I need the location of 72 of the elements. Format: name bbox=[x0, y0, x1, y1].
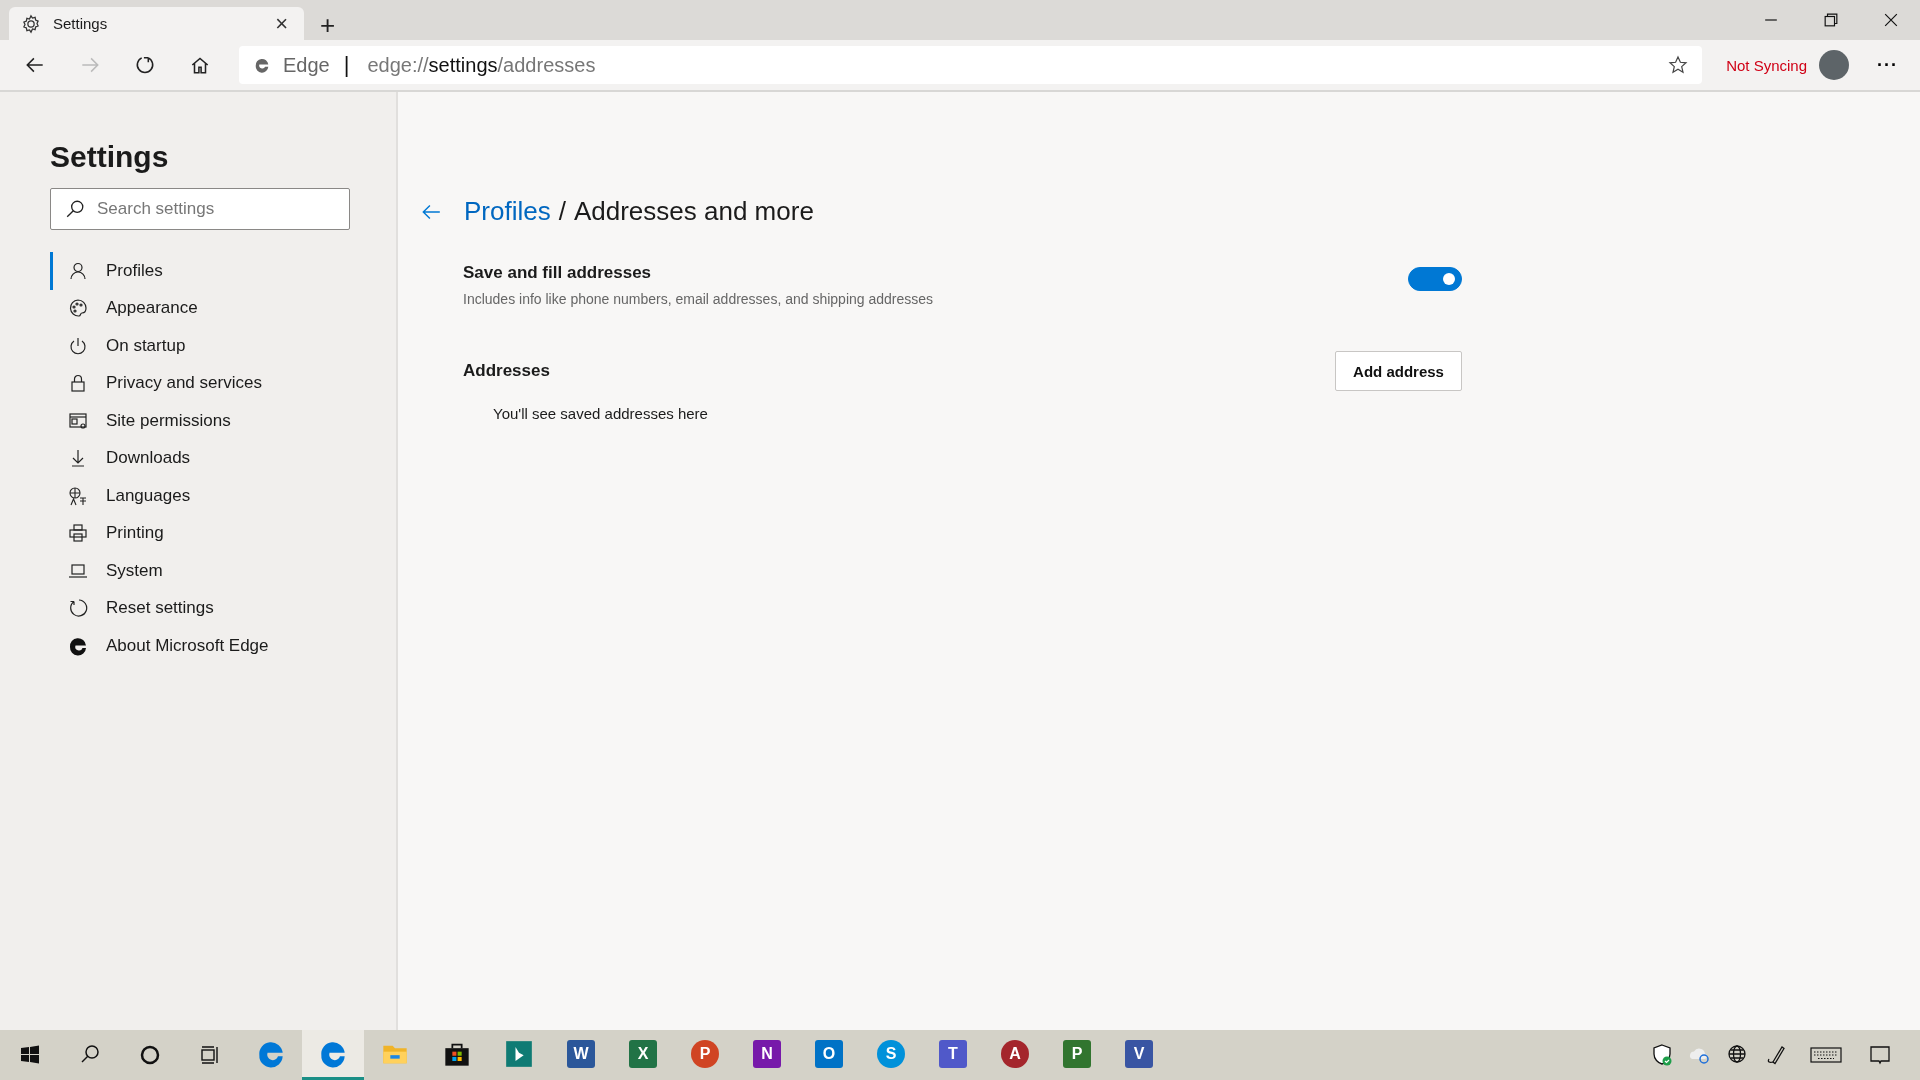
sidebar-item[interactable]: Profiles bbox=[50, 252, 163, 290]
sidebar-item[interactable]: Privacy and services bbox=[50, 364, 262, 402]
taskbar-app[interactable]: A bbox=[984, 1030, 1046, 1080]
section-heading: Addresses bbox=[463, 361, 550, 381]
empty-message: You'll see saved addresses here bbox=[493, 405, 709, 422]
new-tab-button[interactable]: + bbox=[314, 12, 342, 38]
taskbar-app[interactable]: X bbox=[612, 1030, 674, 1080]
more-button[interactable]: ··· bbox=[1877, 54, 1898, 76]
menu-item-icon bbox=[68, 260, 88, 281]
menu-item-icon bbox=[68, 410, 88, 431]
close-tab-button[interactable]: × bbox=[271, 12, 292, 35]
taskbar-app[interactable]: T bbox=[922, 1030, 984, 1080]
taskbar-app[interactable]: P bbox=[1046, 1030, 1108, 1080]
sidebar-item[interactable]: Site permissions bbox=[50, 402, 231, 440]
sidebar-item[interactable]: On startup bbox=[50, 327, 186, 365]
taskbar-app[interactable]: O bbox=[798, 1030, 860, 1080]
sync-status[interactable]: Not Syncing bbox=[1726, 56, 1807, 74]
page-title: Addresses and more bbox=[573, 196, 814, 227]
app-tile-icon: N bbox=[753, 1039, 781, 1068]
separator: | bbox=[343, 52, 350, 78]
app-tile-icon: O bbox=[815, 1039, 843, 1068]
app-tile-icon: S bbox=[877, 1039, 905, 1068]
sidebar-item[interactable]: System bbox=[50, 552, 163, 590]
search-field[interactable]: Search settings bbox=[50, 188, 350, 230]
toggle-switch[interactable] bbox=[1408, 267, 1462, 291]
sidebar-item[interactable]: Appearance bbox=[50, 289, 198, 327]
menu-item-icon bbox=[68, 523, 88, 544]
menu-item-icon bbox=[68, 335, 88, 356]
breadcrumb-separator: / bbox=[558, 196, 566, 227]
app-tile-icon: X bbox=[629, 1039, 657, 1068]
taskbar-app[interactable]: P bbox=[674, 1030, 736, 1080]
menu-item-icon bbox=[68, 373, 88, 394]
sidebar-item[interactable]: Reset settings bbox=[50, 589, 214, 627]
menu-item-icon bbox=[68, 485, 88, 506]
avatar[interactable] bbox=[1819, 50, 1849, 80]
app-tile-icon: W bbox=[567, 1039, 595, 1068]
address-bar[interactable]: Edge | edge://settings/addresses bbox=[239, 46, 1703, 84]
menu-item-icon bbox=[68, 598, 88, 619]
taskbar-app[interactable]: V bbox=[1108, 1030, 1170, 1080]
search-icon bbox=[65, 199, 85, 219]
taskbar-app[interactable]: W bbox=[550, 1030, 612, 1080]
close-icon[interactable] bbox=[1884, 13, 1898, 27]
shield-check-icon[interactable] bbox=[1650, 1043, 1674, 1067]
site-label: Edge bbox=[283, 53, 330, 77]
breadcrumb-link[interactable]: Profiles bbox=[464, 196, 551, 227]
edge-logo-icon bbox=[253, 56, 271, 74]
app-tile-icon: P bbox=[1063, 1039, 1091, 1068]
menu-item-icon bbox=[68, 298, 88, 319]
app-tile-icon: A bbox=[1001, 1039, 1029, 1068]
sidebar-item[interactable]: Downloads bbox=[50, 439, 191, 477]
restore-icon[interactable] bbox=[1824, 13, 1838, 27]
favorite-star-icon[interactable] bbox=[1668, 55, 1689, 75]
circle-icon[interactable] bbox=[138, 1043, 162, 1067]
menu-item-icon bbox=[68, 635, 88, 656]
setting-label: Save and fill addresses bbox=[463, 263, 653, 283]
settings-icon bbox=[21, 13, 41, 34]
url-text: edge://settings/addresses bbox=[367, 53, 597, 77]
app-tile-icon: T bbox=[939, 1039, 967, 1068]
tab-title: Settings bbox=[53, 15, 109, 32]
edge-logo-icon bbox=[257, 1039, 285, 1068]
sidebar-title: Settings bbox=[50, 140, 170, 174]
taskbar-app[interactable]: N bbox=[736, 1030, 798, 1080]
browser-tab[interactable]: Settings × bbox=[9, 7, 304, 40]
add-address-button[interactable]: Add address bbox=[1335, 351, 1462, 391]
edge-logo-icon bbox=[319, 1039, 347, 1068]
sidebar-item[interactable]: Printing bbox=[50, 514, 164, 552]
app-tile-icon: V bbox=[1125, 1039, 1153, 1068]
refresh-icon[interactable] bbox=[134, 54, 156, 76]
sidebar-item[interactable]: About Microsoft Edge bbox=[50, 627, 269, 665]
sidebar-item[interactable]: Languages bbox=[50, 477, 191, 515]
app-tile-icon: P bbox=[691, 1039, 719, 1068]
setting-description: Includes info like phone numbers, email addresses, and shipping addresses bbox=[463, 291, 934, 307]
